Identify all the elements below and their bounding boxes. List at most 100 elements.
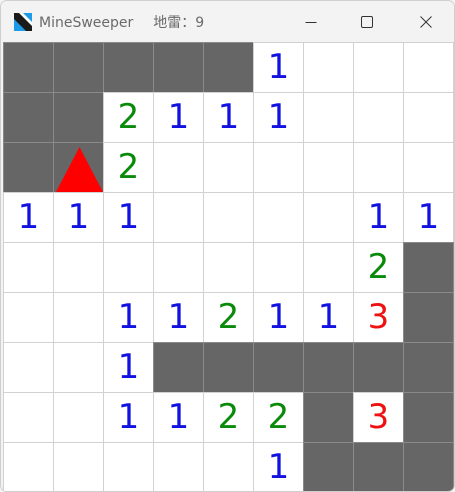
empty-cell[interactable] bbox=[53, 342, 104, 393]
number-cell[interactable]: 1 bbox=[403, 192, 454, 243]
empty-cell[interactable] bbox=[53, 442, 104, 491]
empty-cell[interactable] bbox=[353, 142, 404, 193]
cell-number: 1 bbox=[117, 347, 140, 387]
cell-number: 1 bbox=[417, 197, 440, 237]
empty-cell[interactable] bbox=[53, 392, 104, 443]
covered-cell[interactable] bbox=[303, 392, 354, 443]
number-cell[interactable]: 1 bbox=[153, 92, 204, 143]
empty-cell[interactable] bbox=[403, 42, 454, 93]
empty-cell[interactable] bbox=[403, 92, 454, 143]
empty-cell[interactable] bbox=[403, 142, 454, 193]
covered-cell[interactable] bbox=[353, 342, 404, 393]
flagged-cell[interactable] bbox=[53, 142, 104, 193]
covered-cell[interactable] bbox=[303, 342, 354, 393]
empty-cell[interactable] bbox=[253, 192, 304, 243]
number-cell[interactable]: 1 bbox=[253, 292, 304, 343]
empty-cell[interactable] bbox=[303, 42, 354, 93]
empty-cell[interactable] bbox=[203, 242, 254, 293]
covered-cell[interactable] bbox=[203, 342, 254, 393]
empty-cell[interactable] bbox=[303, 92, 354, 143]
covered-cell[interactable] bbox=[203, 42, 254, 93]
empty-cell[interactable] bbox=[3, 292, 54, 343]
covered-cell[interactable] bbox=[153, 342, 204, 393]
empty-cell[interactable] bbox=[303, 242, 354, 293]
empty-cell[interactable] bbox=[253, 142, 304, 193]
number-cell[interactable]: 1 bbox=[53, 192, 104, 243]
number-cell[interactable]: 2 bbox=[203, 392, 254, 443]
flag-icon bbox=[56, 147, 103, 192]
number-cell[interactable]: 1 bbox=[303, 292, 354, 343]
minefield-board: 1211121111121121131112231 bbox=[3, 42, 454, 491]
empty-cell[interactable] bbox=[3, 242, 54, 293]
mine-counter-value: 9 bbox=[195, 15, 205, 31]
number-cell[interactable]: 2 bbox=[103, 142, 154, 193]
empty-cell[interactable] bbox=[203, 442, 254, 491]
number-cell[interactable]: 1 bbox=[103, 342, 154, 393]
cell-number: 1 bbox=[367, 197, 390, 237]
cell-number: 1 bbox=[117, 197, 140, 237]
empty-cell[interactable] bbox=[3, 392, 54, 443]
number-cell[interactable]: 2 bbox=[353, 242, 404, 293]
title-bar[interactable]: MineSweeper 地雷：9 bbox=[1, 1, 454, 43]
covered-cell[interactable] bbox=[3, 42, 54, 93]
covered-cell[interactable] bbox=[53, 42, 104, 93]
empty-cell[interactable] bbox=[203, 192, 254, 243]
cell-number: 3 bbox=[367, 297, 390, 337]
covered-cell[interactable] bbox=[153, 42, 204, 93]
cell-number: 2 bbox=[367, 247, 390, 287]
empty-cell[interactable] bbox=[153, 442, 204, 491]
covered-cell[interactable] bbox=[403, 292, 454, 343]
number-cell[interactable]: 1 bbox=[253, 42, 304, 93]
number-cell[interactable]: 3 bbox=[353, 392, 404, 443]
number-cell[interactable]: 1 bbox=[253, 92, 304, 143]
number-cell[interactable]: 1 bbox=[253, 442, 304, 491]
number-cell[interactable]: 1 bbox=[353, 192, 404, 243]
empty-cell[interactable] bbox=[103, 442, 154, 491]
cell-number: 1 bbox=[17, 197, 40, 237]
covered-cell[interactable] bbox=[3, 142, 54, 193]
minimize-button[interactable] bbox=[283, 1, 339, 43]
covered-cell[interactable] bbox=[353, 442, 404, 491]
number-cell[interactable]: 2 bbox=[103, 92, 154, 143]
number-cell[interactable]: 1 bbox=[103, 392, 154, 443]
covered-cell[interactable] bbox=[103, 42, 154, 93]
number-cell[interactable]: 2 bbox=[253, 392, 304, 443]
number-cell[interactable]: 1 bbox=[153, 292, 204, 343]
number-cell[interactable]: 3 bbox=[353, 292, 404, 343]
empty-cell[interactable] bbox=[353, 92, 404, 143]
empty-cell[interactable] bbox=[53, 292, 104, 343]
number-cell[interactable]: 1 bbox=[153, 392, 204, 443]
minimize-icon bbox=[305, 22, 317, 23]
empty-cell[interactable] bbox=[153, 142, 204, 193]
covered-cell[interactable] bbox=[303, 442, 354, 491]
empty-cell[interactable] bbox=[303, 142, 354, 193]
empty-cell[interactable] bbox=[353, 42, 404, 93]
covered-cell[interactable] bbox=[3, 92, 54, 143]
cell-number: 1 bbox=[267, 447, 290, 487]
empty-cell[interactable] bbox=[153, 192, 204, 243]
number-cell[interactable]: 1 bbox=[203, 92, 254, 143]
window-title: MineSweeper 地雷：9 bbox=[39, 12, 204, 32]
covered-cell[interactable] bbox=[403, 342, 454, 393]
number-cell[interactable]: 2 bbox=[203, 292, 254, 343]
empty-cell[interactable] bbox=[3, 342, 54, 393]
empty-cell[interactable] bbox=[303, 192, 354, 243]
covered-cell[interactable] bbox=[53, 92, 104, 143]
number-cell[interactable]: 1 bbox=[103, 192, 154, 243]
empty-cell[interactable] bbox=[153, 242, 204, 293]
empty-cell[interactable] bbox=[103, 242, 154, 293]
maximize-button[interactable] bbox=[339, 1, 395, 43]
empty-cell[interactable] bbox=[53, 242, 104, 293]
covered-cell[interactable] bbox=[403, 392, 454, 443]
cell-number: 1 bbox=[217, 97, 240, 137]
covered-cell[interactable] bbox=[403, 242, 454, 293]
number-cell[interactable]: 1 bbox=[3, 192, 54, 243]
empty-cell[interactable] bbox=[3, 442, 54, 491]
empty-cell[interactable] bbox=[253, 242, 304, 293]
empty-cell[interactable] bbox=[203, 142, 254, 193]
covered-cell[interactable] bbox=[253, 342, 304, 393]
number-cell[interactable]: 1 bbox=[103, 292, 154, 343]
close-button[interactable] bbox=[398, 1, 454, 43]
covered-cell[interactable] bbox=[403, 442, 454, 491]
cell-number: 2 bbox=[217, 397, 240, 437]
